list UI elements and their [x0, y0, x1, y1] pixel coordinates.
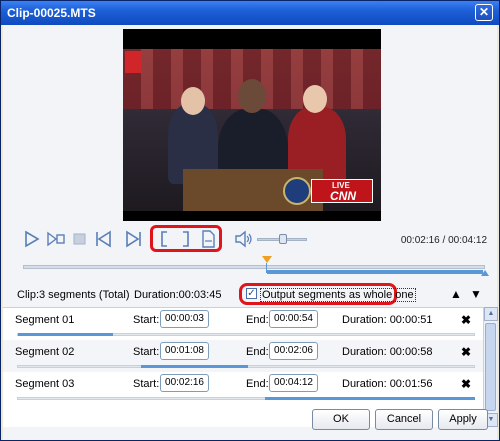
video-preview: LIVE CNN [123, 29, 381, 221]
network-label: CNN [330, 189, 356, 203]
segment-range-bar [265, 397, 475, 400]
total-duration: Duration:00:03:45 [134, 289, 222, 301]
scroll-up-icon[interactable]: ▲ [484, 307, 498, 321]
timeline-track[interactable] [23, 265, 485, 269]
playhead-marker[interactable] [262, 256, 272, 263]
window-title: Clip-00025.MTS [7, 6, 96, 20]
video-figure [181, 87, 205, 115]
live-badge: LIVE CNN [311, 179, 373, 203]
output-whole-label[interactable]: Output segments as whole one [260, 288, 416, 302]
clip-editor-window: Clip-00025.MTS ✕ LIVE CNN 00:02:16 / 00:… [0, 0, 500, 441]
arrow-up-icon[interactable]: ▲ [449, 287, 463, 301]
start-label: Start: [133, 314, 160, 326]
video-figure [238, 79, 266, 113]
previous-icon[interactable] [93, 229, 115, 249]
start-time-field[interactable]: 00:00:03 [160, 310, 209, 328]
delete-x-icon[interactable]: ✖ [461, 377, 471, 391]
segment-duration: Duration: 00:00:51 [342, 314, 433, 326]
segment-duration: Duration: 00:00:58 [342, 346, 433, 358]
end-time-field[interactable]: 00:00:54 [269, 310, 318, 328]
start-time-field[interactable]: 00:02:16 [160, 374, 209, 392]
mark-out-bracket-icon[interactable] [175, 229, 197, 249]
time-readout: 00:02:16 / 00:04:12 [400, 235, 487, 246]
apply-button[interactable]: Apply [438, 409, 488, 430]
start-label: Start: [133, 378, 160, 390]
next-icon[interactable] [123, 229, 145, 249]
delete-x-icon[interactable]: ✖ [461, 313, 471, 327]
start-label: Start: [133, 346, 160, 358]
timeline-selection [267, 270, 483, 274]
arrow-down-icon[interactable]: ▼ [469, 287, 483, 301]
seal-icon [283, 177, 311, 205]
segment-range-bar [141, 365, 248, 368]
start-time-field[interactable]: 00:01:08 [160, 342, 209, 360]
player-controls: 00:02:16 / 00:04:12 [3, 225, 497, 253]
frame-step-icon[interactable] [45, 229, 67, 249]
clip-info: Clip:3 segments (Total) [17, 289, 130, 301]
segments-summary: Clip:3 segments (Total) Duration:00:03:4… [3, 283, 497, 307]
segment-row[interactable]: Segment 03 Start: 00:02:16 End: 00:04:12… [3, 372, 483, 404]
end-label: End: [246, 314, 269, 326]
stop-icon[interactable] [69, 229, 91, 249]
video-frame: LIVE CNN [123, 49, 381, 211]
playhead-line [266, 263, 267, 273]
volume-icon[interactable] [233, 229, 255, 249]
segment-row[interactable]: Segment 02 Start: 00:01:08 End: 00:02:06… [3, 340, 483, 372]
new-segment-icon[interactable] [197, 229, 219, 249]
timeline[interactable] [3, 253, 497, 281]
segment-row[interactable]: Segment 01 Start: 00:00:03 End: 00:00:54… [3, 308, 483, 340]
close-icon[interactable]: ✕ [475, 4, 493, 21]
volume-slider-handle[interactable] [279, 234, 287, 244]
client-area: LIVE CNN 00:02:16 / 00:04:12 Clip:3 segm… [3, 25, 498, 440]
end-time-field[interactable]: 00:02:06 [269, 342, 318, 360]
cancel-button[interactable]: Cancel [375, 409, 433, 430]
end-time-field[interactable]: 00:04:12 [269, 374, 318, 392]
delete-x-icon[interactable]: ✖ [461, 345, 471, 359]
channel-logo [125, 51, 141, 73]
play-icon[interactable] [21, 229, 43, 249]
segment-name: Segment 01 [15, 314, 75, 326]
scrollbar-thumb[interactable] [485, 323, 496, 411]
end-label: End: [246, 378, 269, 390]
mark-in-bracket-icon[interactable] [153, 229, 175, 249]
title-bar[interactable]: Clip-00025.MTS ✕ [1, 1, 499, 25]
ok-button[interactable]: OK [312, 409, 370, 430]
timeline-end-marker[interactable] [481, 270, 489, 276]
segment-range-bar [18, 333, 113, 336]
end-label: End: [246, 346, 269, 358]
dialog-footer: OK Cancel Apply [3, 409, 497, 440]
segment-name: Segment 02 [15, 346, 75, 358]
segment-name: Segment 03 [15, 378, 75, 390]
segment-duration: Duration: 00:01:56 [342, 378, 433, 390]
video-figure [303, 85, 327, 113]
output-whole-checkbox[interactable]: ✓ [246, 288, 257, 299]
